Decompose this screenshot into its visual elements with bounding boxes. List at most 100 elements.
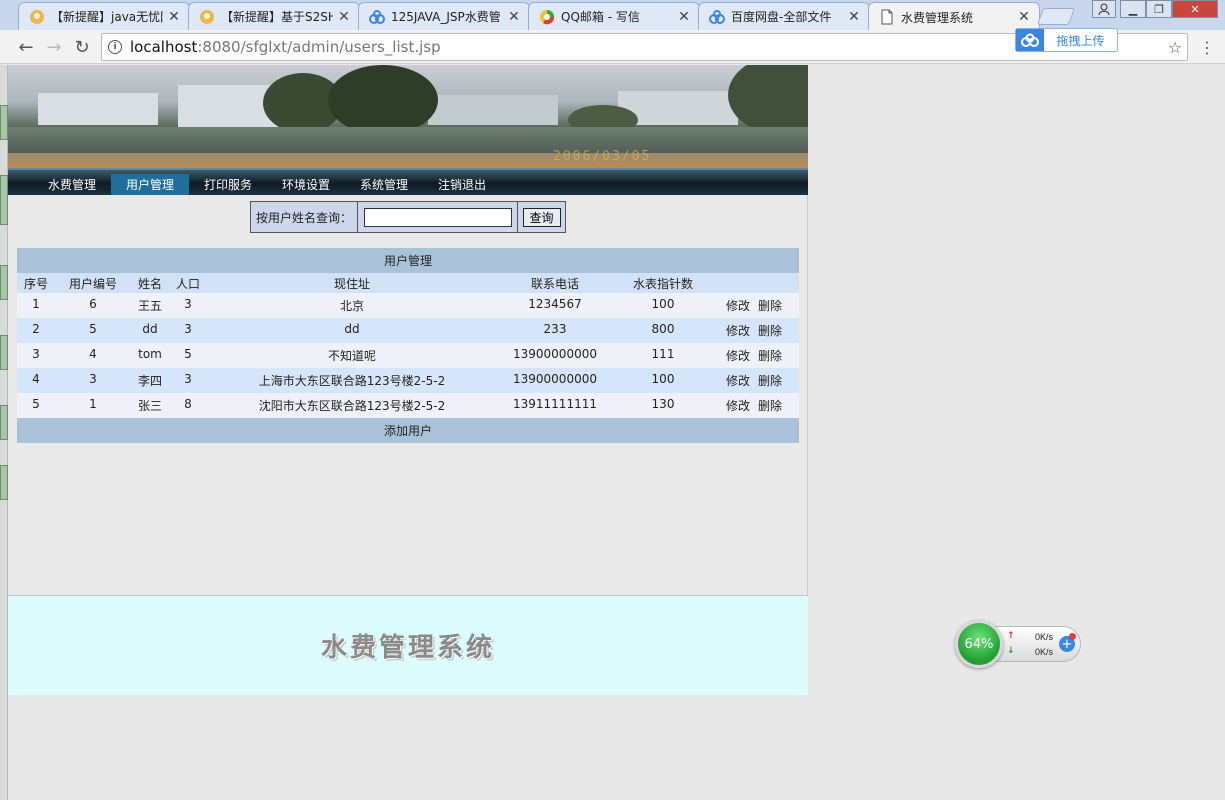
header-people: 人口 <box>175 276 200 291</box>
cell-address: 上海市大东区联合路123号楼2-5-2 <box>258 374 446 388</box>
cell-people: 8 <box>184 397 192 411</box>
tab-title: 【新提醒】基于S2SH <box>221 10 333 24</box>
tab-title: 【新提醒】java无忧网 <box>51 10 163 24</box>
url-path: :8080/sfglxt/admin/users_list.jsp <box>197 38 441 56</box>
back-arrow-icon[interactable]: ← <box>14 35 38 59</box>
tab-3[interactable]: QQ邮箱 - 写信 ✕ <box>528 2 700 30</box>
cell-user-id: 1 <box>89 397 97 411</box>
road <box>8 153 808 168</box>
search-form: 按用户姓名查询： 查询 <box>250 201 566 233</box>
cell-phone: 1234567 <box>528 297 582 311</box>
search-input[interactable] <box>363 207 512 227</box>
window-edge-block <box>0 465 8 500</box>
baidu-cloud-icon <box>1016 29 1044 51</box>
memory-usage-ball[interactable]: 64% <box>955 620 1003 668</box>
nav-user-management[interactable]: 用户管理 <box>111 174 189 195</box>
restore-button[interactable]: ❐ <box>1146 0 1172 18</box>
drag-upload-widget[interactable]: 拖拽上传 <box>1015 28 1118 52</box>
tab-2[interactable]: 125JAVA_JSP水费管 ✕ <box>358 2 530 30</box>
info-icon[interactable]: i <box>108 40 122 54</box>
header-address: 现住址 <box>333 276 370 291</box>
search-label: 按用户姓名查询： <box>251 202 358 232</box>
window-edge-block <box>0 175 8 225</box>
edit-link[interactable]: 修改 <box>723 393 753 418</box>
add-user-link[interactable]: 添加用户 <box>17 418 799 443</box>
table-header-row: 序号 用户编号 姓名 人口 现住址 联系电话 水表指针数 <box>17 273 799 293</box>
cell-people: 3 <box>184 372 192 386</box>
cell-phone: 13900000000 <box>513 372 597 386</box>
tab-title: 125JAVA_JSP水费管 <box>391 10 501 24</box>
baidu-cloud-icon <box>709 9 725 25</box>
profile-button[interactable] <box>1092 0 1116 18</box>
tab-title: QQ邮箱 - 写信 <box>561 10 640 24</box>
cell-no: 5 <box>32 397 40 411</box>
tab-title: 水费管理系统 <box>901 10 974 25</box>
tab-0[interactable]: 【新提醒】java无忧网 ✕ <box>18 2 190 30</box>
background-window-edge <box>0 65 8 800</box>
url-host: localhost <box>130 38 198 56</box>
cell-name: 王五 <box>137 299 162 313</box>
close-icon[interactable]: ✕ <box>507 9 521 25</box>
web-page: 2006/03/05 水费管理 用户管理 打印服务 环境设置 系统管理 注销退出… <box>8 65 808 695</box>
table-row: 4 3 李四 3 上海市大东区联合路123号楼2-5-2 13900000000… <box>17 368 799 393</box>
close-icon[interactable]: ✕ <box>847 9 861 25</box>
page-icon <box>879 9 895 25</box>
nav-system-management[interactable]: 系统管理 <box>350 174 418 195</box>
header-name: 姓名 <box>137 276 162 291</box>
delete-link[interactable]: 删除 <box>754 368 786 393</box>
bookmark-star-icon[interactable]: ☆ <box>1163 35 1187 59</box>
edit-link[interactable]: 修改 <box>723 368 753 393</box>
delete-link[interactable]: 删除 <box>754 343 786 368</box>
cell-meter: 100 <box>651 372 675 386</box>
delete-link[interactable]: 删除 <box>754 393 786 418</box>
minimize-button[interactable]: ▁ <box>1120 0 1146 18</box>
search-button[interactable]: 查询 <box>522 207 561 227</box>
cell-user-id: 5 <box>89 322 97 336</box>
window-edge-block <box>0 265 8 300</box>
browser-tab-strip: 【新提醒】java无忧网 ✕ 【新提醒】基于S2SH ✕ 125JAVA_JSP… <box>0 0 1225 31</box>
close-icon[interactable]: ✕ <box>167 9 181 25</box>
delete-link[interactable]: 删除 <box>754 293 786 318</box>
qq-mail-icon <box>539 9 555 25</box>
cell-phone: 13911111111 <box>513 397 597 411</box>
new-tab-button[interactable] <box>1036 8 1076 25</box>
cell-people: 3 <box>184 297 192 311</box>
window-edge-block <box>0 105 8 140</box>
cell-no: 4 <box>32 372 40 386</box>
header-user-id: 用户编号 <box>68 276 117 291</box>
cell-address: 沈阳市大东区联合路123号楼2-5-2 <box>258 399 446 413</box>
cell-user-id: 6 <box>89 297 97 311</box>
edit-link[interactable]: 修改 <box>723 343 753 368</box>
cell-phone: 13900000000 <box>513 347 597 361</box>
close-icon[interactable]: ✕ <box>337 9 351 25</box>
forward-arrow-icon[interactable]: → <box>42 35 66 59</box>
nav-logout[interactable]: 注销退出 <box>428 174 496 195</box>
nav-water-fees[interactable]: 水费管理 <box>38 174 106 195</box>
cell-name: 张三 <box>137 399 162 413</box>
cell-user-id: 4 <box>89 347 97 361</box>
delete-link[interactable]: 删除 <box>754 318 786 343</box>
close-icon[interactable]: ✕ <box>677 9 691 25</box>
network-speed-widget[interactable]: 64% ↑ ↓ 0K/s 0K/s + <box>955 620 1083 668</box>
upload-arrow-icon: ↑ <box>1007 631 1015 641</box>
download-rate: 0K/s <box>1035 647 1054 657</box>
nav-print-service[interactable]: 打印服务 <box>194 174 262 195</box>
close-icon[interactable]: ✕ <box>1017 9 1031 25</box>
window-close-button[interactable]: ✕ <box>1172 0 1218 18</box>
forum-icon <box>199 9 215 25</box>
tab-4[interactable]: 百度网盘-全部文件 ✕ <box>698 2 870 30</box>
baidu-cloud-icon <box>369 9 385 25</box>
reload-icon[interactable]: ↻ <box>70 35 94 59</box>
cell-people: 3 <box>184 322 192 336</box>
window-edge-block <box>0 335 8 370</box>
edit-link[interactable]: 修改 <box>723 318 753 343</box>
cell-meter: 800 <box>651 322 675 336</box>
nav-environment-settings[interactable]: 环境设置 <box>272 174 340 195</box>
cell-address: 北京 <box>339 299 364 313</box>
tab-1[interactable]: 【新提醒】基于S2SH ✕ <box>188 2 360 30</box>
table-caption: 用户管理 <box>17 248 799 273</box>
tab-5[interactable]: 水费管理系统 ✕ <box>868 2 1040 31</box>
table-row: 2 5 dd 3 dd 233 800 修改 删除 <box>17 318 799 343</box>
edit-link[interactable]: 修改 <box>723 293 753 318</box>
menu-dots-icon[interactable]: ⋮ <box>1195 35 1219 59</box>
